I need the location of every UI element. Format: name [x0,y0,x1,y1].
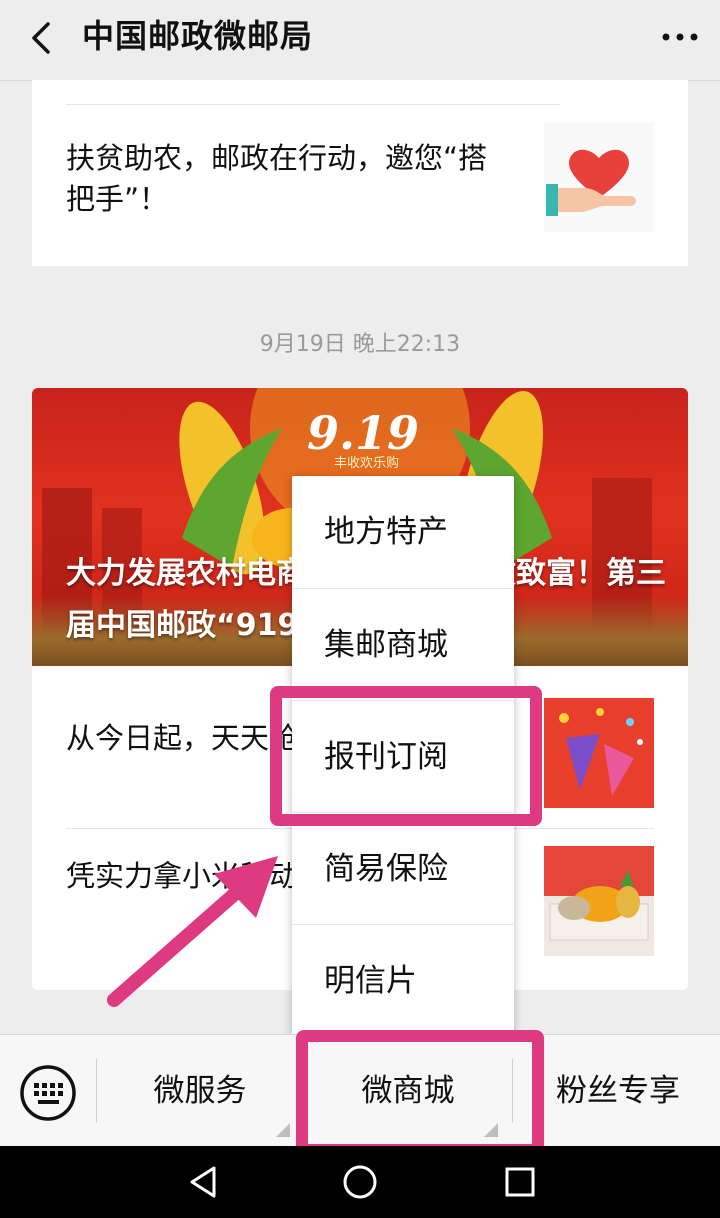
article-thumbnail [544,122,654,232]
divider [66,104,560,105]
tab-micro-mall[interactable]: 微商城 [308,1035,508,1147]
nav-back-icon[interactable] [184,1162,224,1202]
submenu-indicator-icon [276,1123,290,1137]
app-header: 中国邮政微邮局 [0,0,720,81]
nav-home-icon[interactable] [340,1162,380,1202]
banner-logo-subtitle: 丰收欢乐购 [334,456,400,471]
timestamp: 9月19日 晚上22:13 [259,332,461,357]
tab-micro-service[interactable]: 微服务 [100,1035,300,1147]
tab-label: 微服务 [153,1073,247,1109]
tab-label: 微商城 [361,1073,455,1109]
keyboard-icon[interactable] [18,1063,78,1123]
list-item-thumbnail [544,846,654,956]
fruit-basket-icon [544,846,654,941]
tab-fans-exclusive[interactable]: 粉丝专享 [516,1035,720,1147]
nav-recent-icon[interactable] [500,1162,540,1202]
party-popper-icon [559,708,643,796]
divider [304,1059,305,1123]
submenu-indicator-icon [484,1123,498,1137]
menu-bar: 微服务 微商城 粉丝专享 [0,1034,720,1147]
chevron-left-icon[interactable] [22,18,62,58]
submenu-popup: 地方特产 集邮商城 报刊订阅 简易保险 明信片 [292,476,514,1036]
menu-item-simple-insurance[interactable]: 简易保险 [292,812,514,924]
menu-item-postcard[interactable]: 明信片 [292,924,514,1036]
page-title: 中国邮政微邮局 [82,17,314,55]
article-card[interactable]: 扶贫助农，邮政在行动，邀您“搭把手”！ [32,80,688,266]
menu-item-local-specialty[interactable]: 地方特产 [292,476,514,588]
pointer-arrow-icon [107,856,278,1007]
system-navigation-bar [0,1146,720,1218]
article-title: 扶贫助农，邮政在行动，邀您“搭把手”！ [66,141,488,216]
heart-in-hand-icon [546,149,636,216]
divider [512,1059,513,1123]
menu-item-stamp-mall[interactable]: 集邮商城 [292,588,514,700]
tab-label: 粉丝专享 [556,1073,680,1109]
more-horizontal-icon[interactable] [658,22,702,52]
list-item-thumbnail [544,698,654,808]
divider [96,1059,97,1123]
menu-item-newspaper-subscription[interactable]: 报刊订阅 [292,700,514,812]
